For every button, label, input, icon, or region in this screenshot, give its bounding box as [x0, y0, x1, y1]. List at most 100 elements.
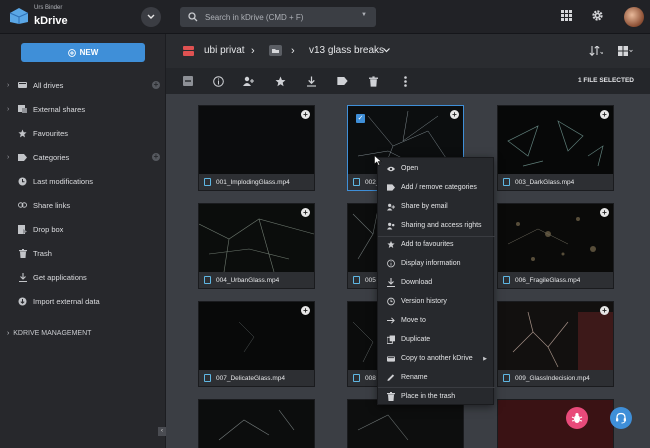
menu-item-version-history[interactable]: Version history: [378, 292, 495, 311]
file-card[interactable]: [347, 399, 464, 448]
sidebar-item-label: Get applications: [33, 272, 87, 282]
add-category-icon[interactable]: +: [152, 153, 160, 161]
menu-item-duplicate[interactable]: Duplicate: [378, 330, 495, 349]
add-drive-icon[interactable]: +: [152, 81, 160, 89]
link-icon: [18, 201, 27, 210]
sidebar-item-drop-box[interactable]: Drop box: [0, 220, 166, 238]
search-options-icon[interactable]: ▼: [361, 12, 367, 18]
more-vertical-icon[interactable]: [399, 75, 411, 87]
video-thumbnail: [199, 400, 314, 448]
file-card[interactable]: + 003_DarkGlass.mp4: [497, 105, 614, 191]
breadcrumb-drive[interactable]: ubi privat: [204, 45, 245, 56]
sidebar-item-label: All drives: [33, 80, 64, 90]
add-icon[interactable]: +: [301, 110, 310, 119]
arrow-right-icon: [387, 317, 395, 325]
support-button[interactable]: [610, 407, 632, 429]
menu-item-label: Download: [401, 279, 433, 286]
menu-item-rename[interactable]: Rename: [378, 368, 495, 387]
context-menu: Open Add / remove categories Share by em…: [377, 157, 495, 406]
file-card[interactable]: [497, 399, 614, 448]
expand-arrow-icon[interactable]: ›: [7, 82, 9, 89]
info-icon[interactable]: [212, 75, 224, 87]
grid-view-icon[interactable]: [618, 46, 634, 56]
add-icon[interactable]: +: [301, 208, 310, 217]
sidebar-item-all-drives[interactable]: › All drives +: [0, 76, 166, 94]
duplicate-icon: [387, 335, 395, 344]
drives-icon: [387, 355, 395, 363]
sidebar-item-favourites[interactable]: Favourites: [0, 124, 166, 142]
menu-item-place-in-trash[interactable]: Place in the trash: [378, 387, 495, 406]
drive-icon: [183, 46, 194, 56]
drive-switch-button[interactable]: [141, 7, 161, 27]
kdrive-management-label: KDRIVE MANAGEMENT: [13, 330, 92, 337]
sidebar-item-label: Trash: [33, 248, 52, 258]
file-name: 006_FragileGlass.mp4: [515, 276, 581, 284]
menu-item-download[interactable]: Download: [378, 273, 495, 292]
video-thumbnail: [199, 204, 314, 272]
mouse-cursor-icon: [374, 155, 382, 166]
apps-grid-icon[interactable]: [561, 10, 572, 21]
expand-arrow-icon[interactable]: ›: [7, 106, 9, 113]
sort-icon[interactable]: [589, 46, 603, 56]
selected-checkbox[interactable]: ✓: [356, 114, 365, 123]
tag-icon[interactable]: [336, 75, 348, 87]
breadcrumb-folder[interactable]: v13 glass breaks: [309, 45, 384, 56]
drives-icon: [18, 81, 27, 90]
deselect-checkbox[interactable]: [182, 75, 194, 87]
breadcrumb: ubi privat › › v13 glass breaks: [166, 34, 650, 68]
trash-icon[interactable]: [367, 75, 379, 87]
add-icon[interactable]: +: [600, 208, 609, 217]
add-icon[interactable]: +: [301, 306, 310, 315]
file-card[interactable]: [198, 399, 315, 448]
add-icon[interactable]: +: [600, 306, 609, 315]
menu-item-label: Duplicate: [401, 336, 431, 343]
star-icon[interactable]: [274, 75, 286, 87]
search-icon: [188, 12, 198, 22]
sidebar-item-external-shares[interactable]: › External shares: [0, 100, 166, 118]
menu-item-label: Copy to another kDrive: [401, 355, 473, 362]
expand-arrow-icon[interactable]: ›: [7, 154, 9, 161]
new-button[interactable]: NEW: [21, 43, 145, 62]
video-thumbnail: [498, 204, 613, 272]
add-icon[interactable]: +: [450, 110, 459, 119]
sidebar-item-get-applications[interactable]: Get applications: [0, 268, 166, 286]
tag-icon: [18, 153, 27, 162]
file-card[interactable]: + 009_GlassIndecision.mp4: [497, 301, 614, 387]
gear-icon[interactable]: [591, 9, 604, 22]
menu-item-share-by-email[interactable]: Share by email: [378, 197, 495, 216]
menu-item-sharing-rights[interactable]: Sharing and access rights: [378, 216, 495, 235]
sidebar-item-categories[interactable]: › Categories +: [0, 148, 166, 166]
file-card[interactable]: + 004_UrbanGlass.mp4: [198, 203, 315, 289]
sidebar-item-last-modifications[interactable]: Last modifications: [0, 172, 166, 190]
file-card[interactable]: + 001_ImplodingGlass.mp4: [198, 105, 315, 191]
chevron-down-icon[interactable]: [383, 48, 390, 53]
sidebar-item-trash[interactable]: Trash: [0, 244, 166, 262]
user-name: Urs Binder: [34, 5, 63, 11]
share-users-icon[interactable]: [243, 75, 255, 87]
sidebar: NEW › All drives + › External shares Fav…: [0, 34, 166, 448]
sidebar-item-import-external-data[interactable]: Import external data: [0, 292, 166, 310]
sidebar-item-share-links[interactable]: Share links: [0, 196, 166, 214]
collapse-sidebar-button[interactable]: ‹: [158, 427, 166, 436]
kdrive-logo[interactable]: [8, 7, 30, 25]
add-icon[interactable]: +: [600, 110, 609, 119]
menu-item-open[interactable]: Open: [378, 159, 495, 178]
menu-item-display-information[interactable]: Display information: [378, 254, 495, 273]
kdrive-management-section[interactable]: › KDRIVE MANAGEMENT: [7, 330, 91, 337]
video-file-icon: [204, 374, 211, 382]
menu-item-add-to-favourites[interactable]: Add to favourites: [378, 235, 495, 254]
file-card[interactable]: + 007_DelicateGlass.mp4: [198, 301, 315, 387]
breadcrumb-separator-icon: ›: [251, 45, 255, 57]
search-input[interactable]: Search in kDrive (CMD + F) ▼: [180, 7, 376, 27]
user-avatar[interactable]: [624, 7, 644, 27]
folder-icon[interactable]: [269, 45, 282, 56]
report-bug-button[interactable]: [566, 407, 588, 429]
video-file-icon: [503, 374, 510, 382]
sidebar-item-label: Drop box: [33, 224, 64, 234]
sidebar-item-label: Share links: [33, 200, 71, 210]
download-icon[interactable]: [305, 75, 317, 87]
menu-item-copy-to-another-kdrive[interactable]: Copy to another kDrive ▶: [378, 349, 495, 368]
file-card[interactable]: + 006_FragileGlass.mp4: [497, 203, 614, 289]
menu-item-categories[interactable]: Add / remove categories: [378, 178, 495, 197]
menu-item-move-to[interactable]: Move to: [378, 311, 495, 330]
